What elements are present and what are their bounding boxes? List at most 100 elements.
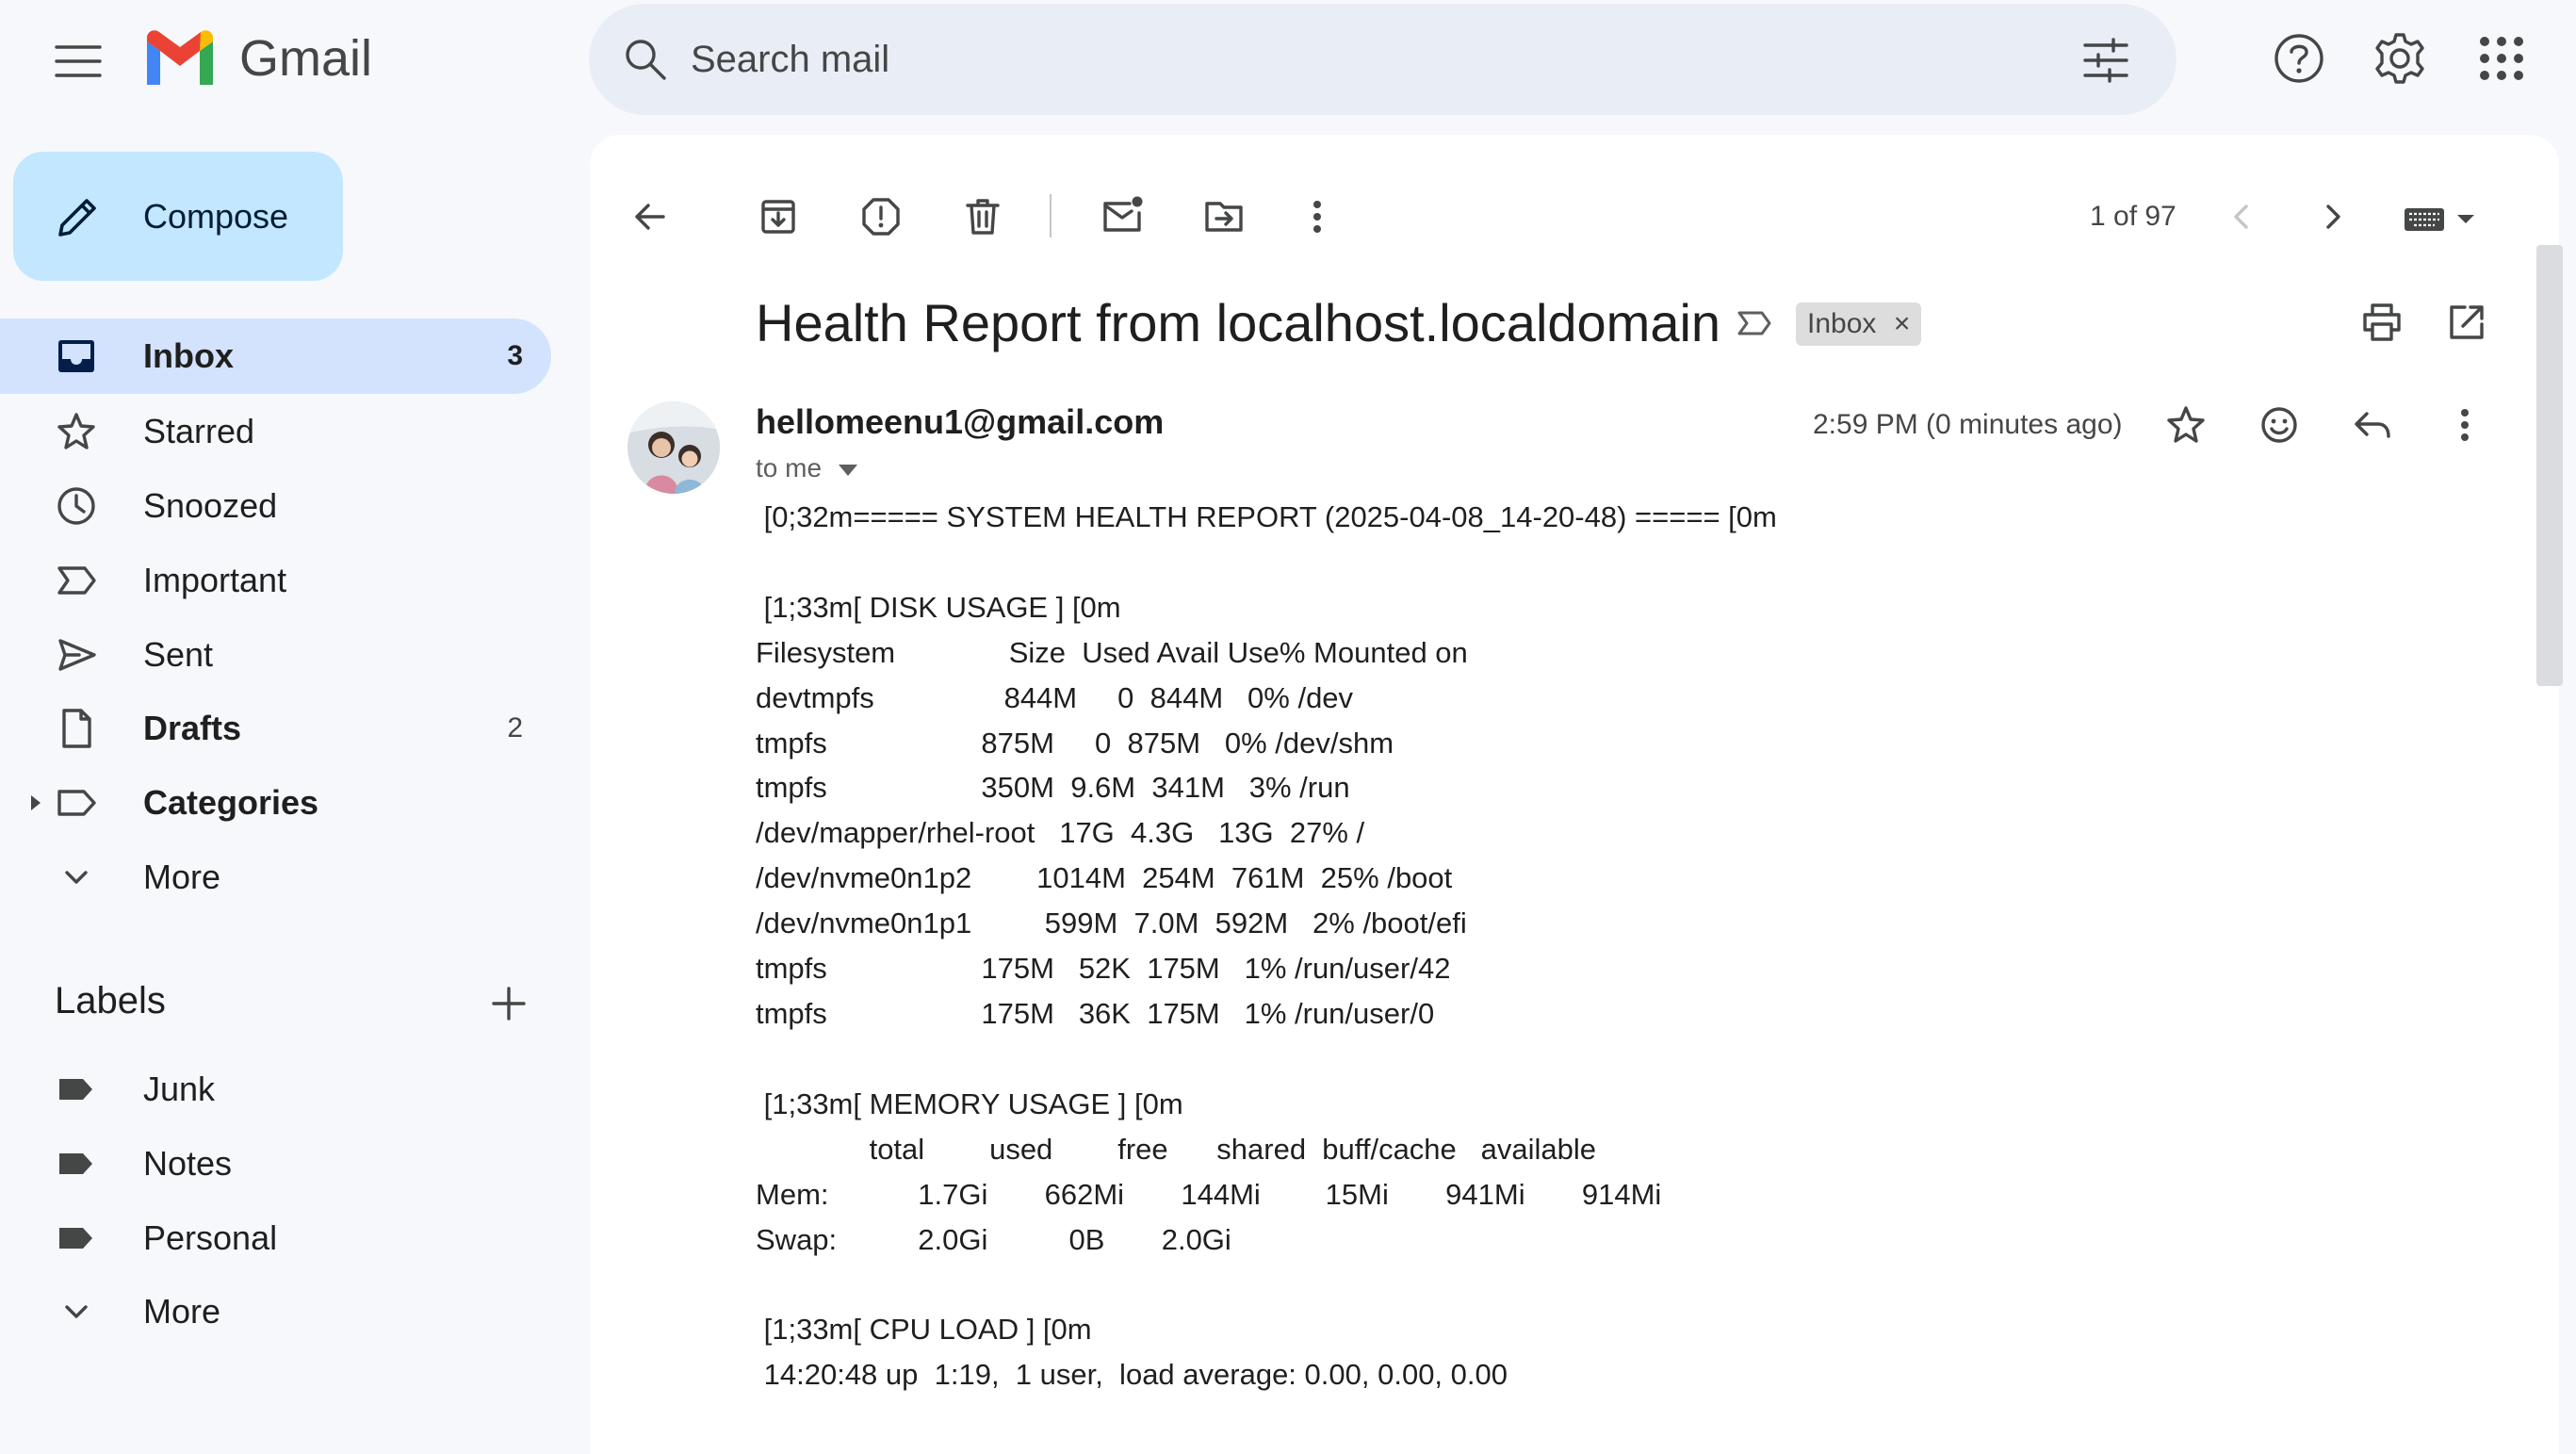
- label-item-personal[interactable]: Personal: [0, 1201, 551, 1276]
- important-icon: [1737, 311, 1771, 335]
- search-bar[interactable]: [589, 4, 2177, 115]
- more-vert-icon: [1313, 201, 1321, 233]
- back-button[interactable]: [622, 188, 678, 245]
- report-spam-icon: [862, 198, 900, 236]
- sidebar-item-more[interactable]: More: [0, 840, 551, 915]
- label-filled-icon: [59, 1153, 92, 1174]
- chevron-right-icon: [2326, 204, 2340, 229]
- emoji-icon: [2261, 407, 2297, 443]
- label-item-label: Personal: [143, 1218, 278, 1257]
- apps-icon: [2480, 37, 2523, 80]
- label-item-notes[interactable]: Notes: [0, 1126, 551, 1201]
- label-filled-icon: [59, 1228, 92, 1249]
- send-icon: [58, 639, 96, 671]
- trash-icon: [966, 199, 1000, 235]
- mark-unread-icon: [1103, 196, 1143, 232]
- search-input[interactable]: [691, 4, 2010, 115]
- label-icon: [57, 790, 96, 816]
- reply-button[interactable]: [2344, 397, 2401, 453]
- settings-button[interactable]: [2367, 25, 2433, 91]
- star-icon: [2167, 406, 2205, 443]
- scrollbar-thumb[interactable]: [2536, 245, 2563, 686]
- pagination-text: 1 of 97: [2090, 201, 2177, 232]
- sidebar-item-label: Drafts: [143, 709, 242, 747]
- apps-button[interactable]: [2469, 25, 2535, 91]
- chevron-down-icon: [65, 871, 88, 884]
- help-icon: [2274, 34, 2323, 83]
- mark-unread-button[interactable]: [1094, 188, 1150, 245]
- sidebar-item-label: Important: [143, 561, 287, 599]
- compose-button[interactable]: Compose: [13, 152, 343, 281]
- reply-icon: [2355, 412, 2390, 438]
- label-item-more[interactable]: More: [0, 1274, 551, 1349]
- settings-icon: [2375, 33, 2424, 84]
- archive-button[interactable]: [750, 188, 807, 245]
- remove-label-button[interactable]: ×: [1894, 302, 1911, 346]
- more-actions-button[interactable]: [1289, 188, 1345, 245]
- main-menu-icon: [55, 45, 102, 77]
- more-vert-icon: [2461, 409, 2469, 441]
- compose-label: Compose: [143, 197, 289, 236]
- search-button[interactable]: [617, 31, 674, 88]
- newer-button[interactable]: [2213, 188, 2270, 245]
- important-icon: [57, 566, 96, 595]
- create-label-button[interactable]: [485, 980, 532, 1027]
- draft-icon: [62, 709, 91, 748]
- open-in-new-icon: [2450, 305, 2484, 339]
- main-menu-button[interactable]: [45, 28, 111, 94]
- input-tools-button[interactable]: [2395, 188, 2489, 245]
- expand-arrow-icon: [31, 795, 41, 810]
- label-item-label: More: [143, 1292, 221, 1331]
- unread-count: 3: [507, 340, 523, 371]
- sidebar-item-label: Sent: [143, 635, 214, 674]
- add-reaction-button[interactable]: [2251, 397, 2307, 453]
- search-options-button[interactable]: [2078, 32, 2134, 89]
- older-button[interactable]: [2305, 188, 2361, 245]
- avatar-photo-icon: [628, 401, 720, 494]
- sidebar-item-sent[interactable]: Sent: [0, 617, 551, 693]
- open-new-window-button[interactable]: [2438, 294, 2495, 351]
- help-button[interactable]: [2266, 25, 2332, 91]
- sender-avatar[interactable]: [628, 401, 720, 494]
- delete-button[interactable]: [954, 188, 1011, 245]
- move-to-button[interactable]: [1196, 188, 1252, 245]
- sender-email[interactable]: hellomeenu1@gmail.com: [756, 400, 1164, 445]
- sidebar-item-categories[interactable]: Categories: [0, 765, 551, 841]
- star-button[interactable]: [2158, 397, 2214, 453]
- caret-down-icon: [839, 464, 858, 476]
- sidebar-item-label: Inbox: [143, 336, 234, 375]
- inbox-icon: [58, 340, 94, 372]
- message-more-button[interactable]: [2437, 397, 2493, 453]
- email-body: [0;32m===== SYSTEM HEALTH REPORT (2025-0…: [756, 500, 1777, 1392]
- sidebar-item-drafts[interactable]: Drafts 2: [0, 691, 551, 766]
- chip-label: Inbox: [1807, 308, 1877, 339]
- move-to-folder-icon: [1205, 202, 1243, 232]
- search-icon: [626, 40, 666, 80]
- gmail-logo[interactable]: [141, 28, 219, 89]
- sidebar-item-inbox[interactable]: Inbox 3: [0, 319, 551, 394]
- keyboard-icon: [2405, 208, 2474, 231]
- sidebar-item-label: Categories: [143, 783, 319, 822]
- print-button[interactable]: [2354, 294, 2410, 351]
- label-item-junk[interactable]: Junk: [0, 1052, 551, 1127]
- report-spam-button[interactable]: [853, 188, 909, 245]
- star-icon: [57, 413, 95, 449]
- chevron-left-icon: [2234, 204, 2248, 229]
- gmail-logo-icon: [147, 30, 213, 85]
- sidebar-item-label: More: [143, 858, 221, 896]
- importance-marker[interactable]: [1736, 304, 1773, 342]
- sidebar-item-starred[interactable]: Starred: [0, 394, 551, 469]
- label-item-label: Junk: [143, 1070, 216, 1108]
- label-filled-icon: [59, 1079, 92, 1100]
- chevron-down-icon: [65, 1305, 88, 1318]
- print-icon: [2363, 303, 2401, 341]
- labels-heading: Labels: [55, 980, 166, 1021]
- app-name: Gmail: [239, 30, 373, 87]
- email-subject: Health Report from localhost.localdomain: [756, 293, 1721, 352]
- sidebar-item-label: Snoozed: [143, 486, 278, 525]
- sidebar-item-snoozed[interactable]: Snoozed: [0, 468, 551, 544]
- sidebar-item-label: Starred: [143, 412, 255, 450]
- recipient-label: to me: [756, 453, 823, 482]
- recipient-details[interactable]: to me: [756, 449, 858, 487]
- sidebar-item-important[interactable]: Important: [0, 543, 551, 618]
